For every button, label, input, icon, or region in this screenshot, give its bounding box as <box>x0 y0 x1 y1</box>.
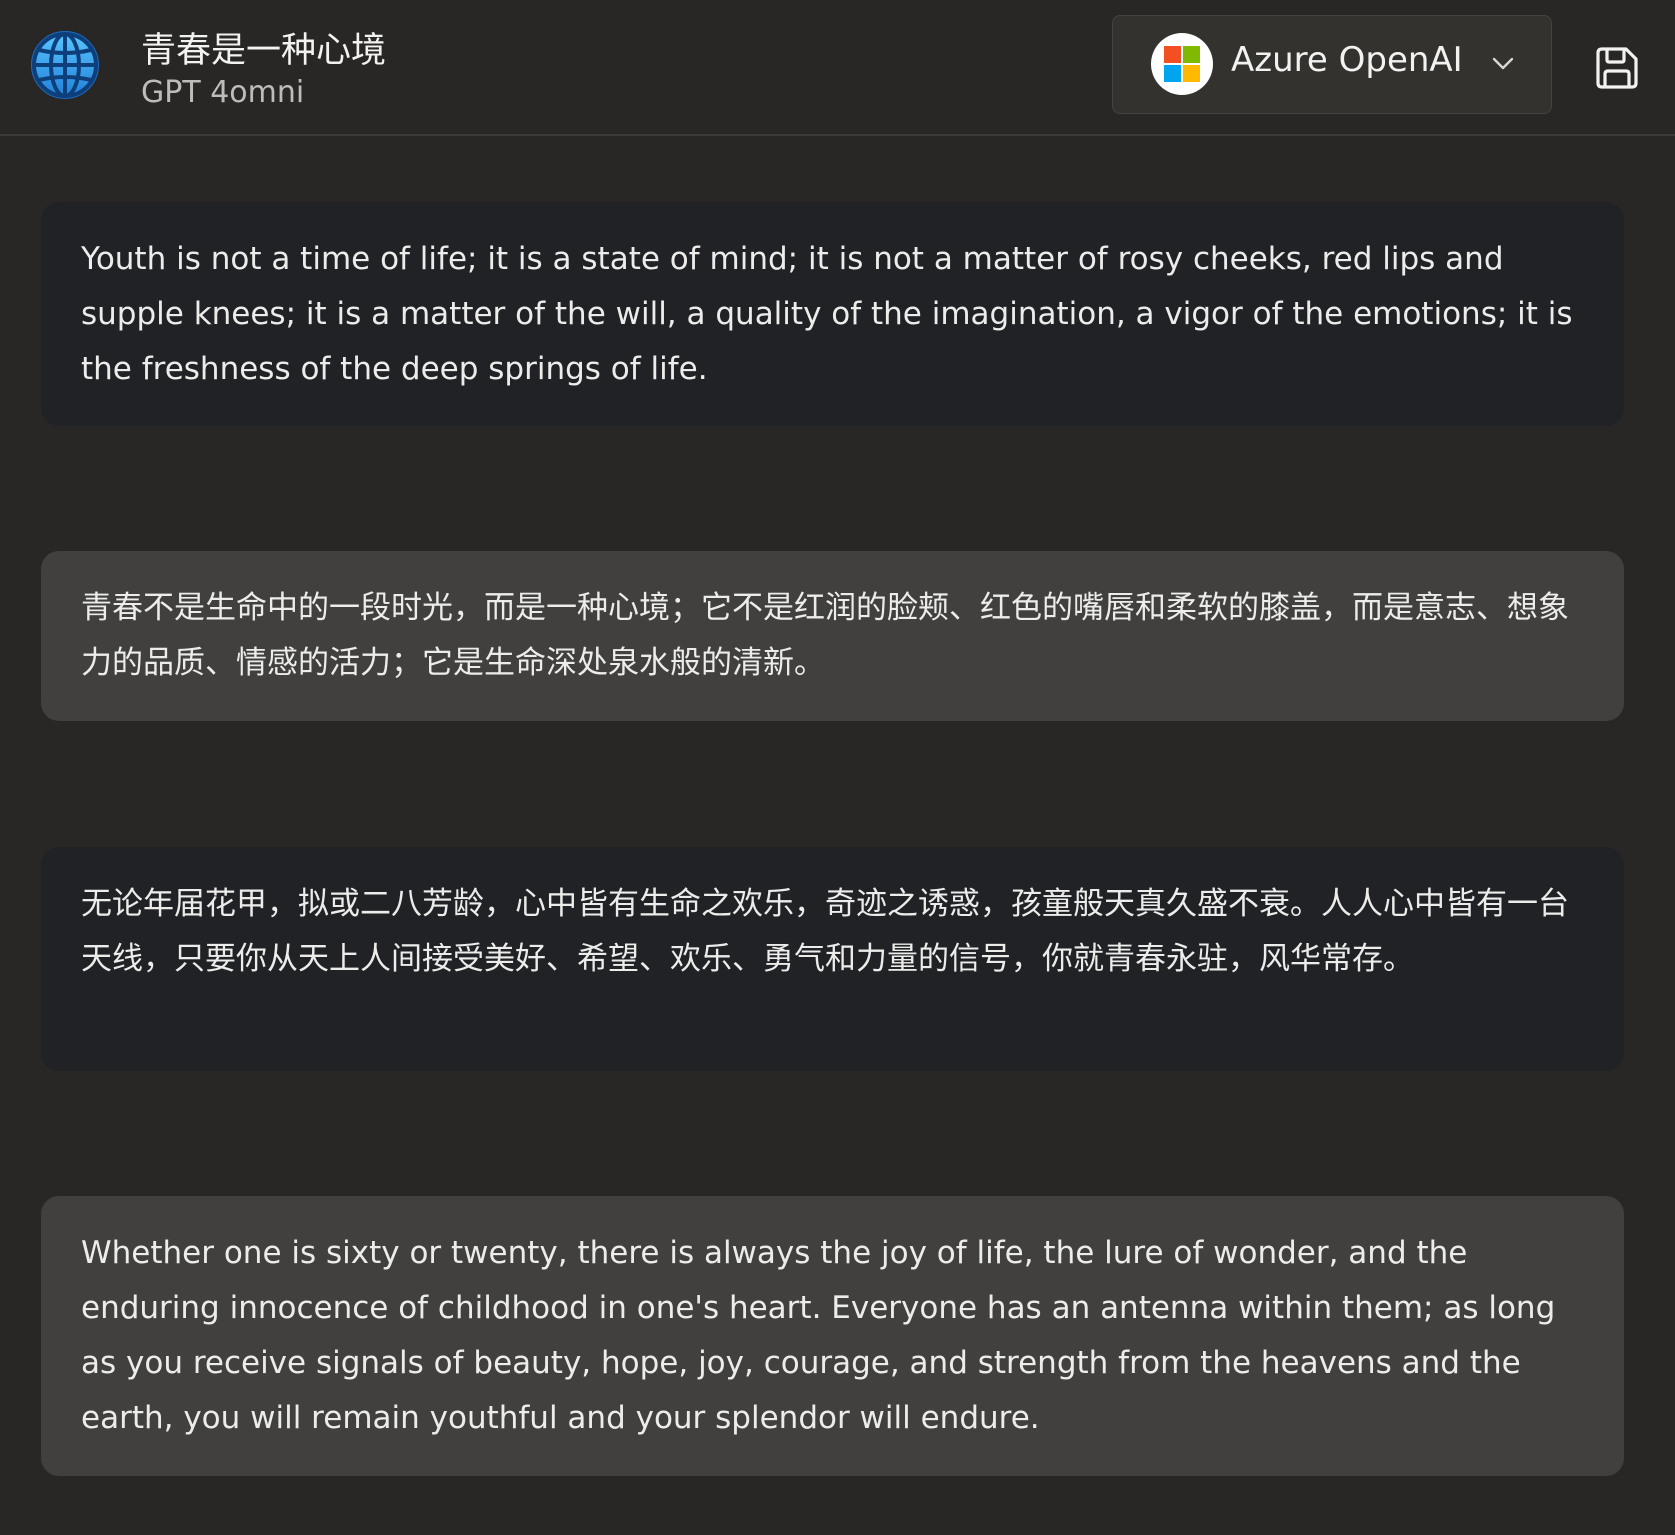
microsoft-logo-icon <box>1151 33 1213 95</box>
message-text: Whether one is sixty or twenty, there is… <box>81 1235 1556 1436</box>
model-name: GPT 4omni <box>141 75 305 110</box>
provider-dropdown[interactable]: Azure OpenAI <box>1112 15 1552 114</box>
chat-header: 青春是一种心境 GPT 4omni Azure OpenAI <box>0 0 1675 136</box>
message-text: 青春不是生命中的一段时光，而是一种心境；它不是红润的脸颊、红色的嘴唇和柔软的膝盖… <box>81 590 1569 681</box>
message-text: Youth is not a time of life; it is a sta… <box>81 241 1573 387</box>
save-icon[interactable] <box>1592 43 1642 93</box>
user-message: 青春不是生命中的一段时光，而是一种心境；它不是红润的脸颊、红色的嘴唇和柔软的膝盖… <box>41 551 1624 721</box>
globe-icon <box>28 28 102 102</box>
chat-title: 青春是一种心境 <box>141 31 387 71</box>
chevron-down-icon <box>1491 51 1515 79</box>
assistant-message: 无论年届花甲，拟或二八芳龄，心中皆有生命之欢乐，奇迹之诱惑，孩童般天真久盛不衰。… <box>41 847 1624 1071</box>
assistant-message: Youth is not a time of life; it is a sta… <box>41 202 1624 426</box>
message-text: 无论年届花甲，拟或二八芳龄，心中皆有生命之欢乐，奇迹之诱惑，孩童般天真久盛不衰。… <box>81 886 1569 977</box>
user-message: Whether one is sixty or twenty, there is… <box>41 1196 1624 1476</box>
provider-label: Azure OpenAI <box>1231 40 1463 80</box>
